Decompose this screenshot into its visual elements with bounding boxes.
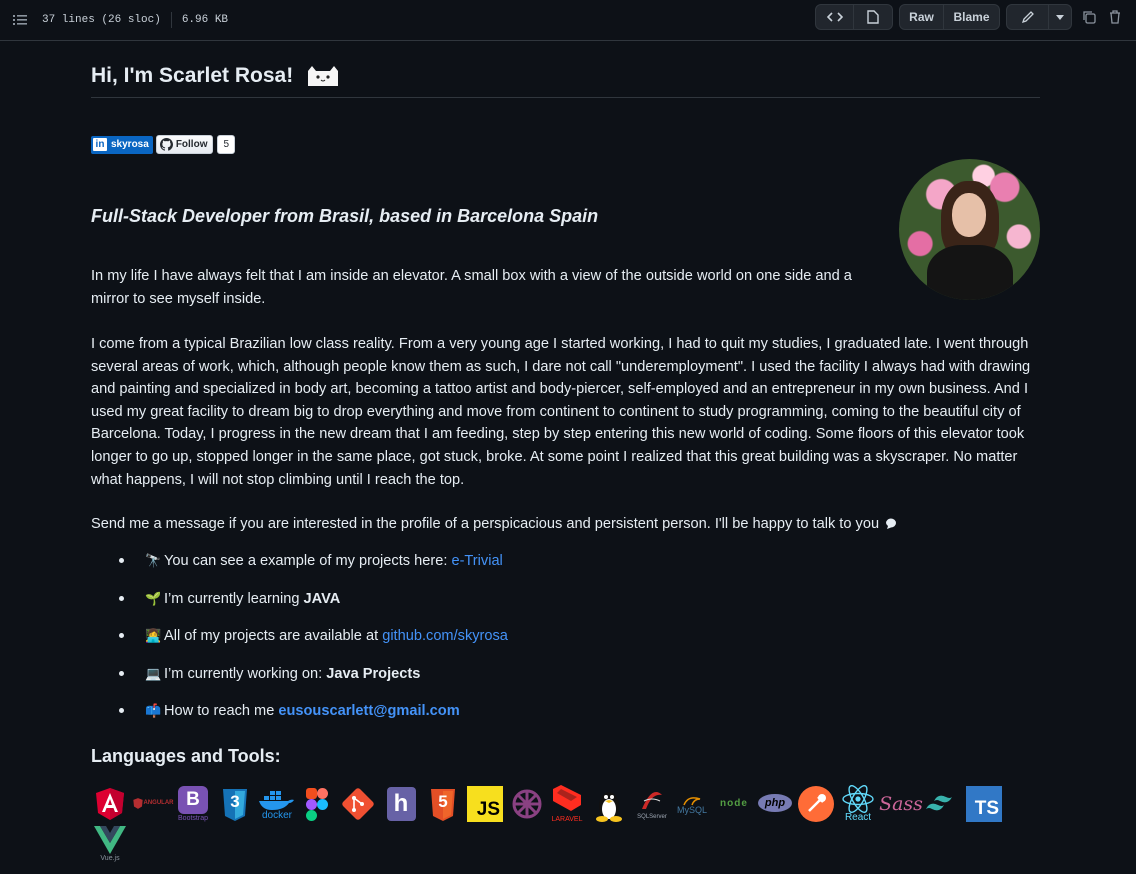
technologist-icon: 👩‍💻 [145, 628, 162, 643]
linkedin-badge[interactable]: in skyrosa [91, 135, 153, 154]
contact-paragraph: Send me a message if you are interested … [91, 513, 1040, 536]
readme-content: Hi, I'm Scarlet Rosa! in skyrosa Follow … [91, 41, 1040, 862]
sass-icon[interactable]: Sass [879, 790, 923, 818]
title-text: Hi, I'm Scarlet Rosa! [91, 64, 294, 87]
typescript-icon[interactable]: TS [965, 786, 1003, 822]
e-trivial-link[interactable]: e-Trivial [451, 553, 502, 569]
list-item-text: You can see a example of my projects her… [164, 553, 452, 569]
vuejs-icon[interactable]: Vue.js [93, 824, 127, 864]
subtitle: Full-Stack Developer from Brasil, based … [91, 206, 599, 226]
angularjs-icon[interactable]: ANGULAR [131, 794, 175, 812]
info-list: 🔭 You can see a example of my projects he… [91, 552, 508, 740]
react-icon[interactable]: React [839, 784, 877, 824]
linux-icon[interactable] [592, 786, 626, 824]
intro-paragraph: In my life I have always felt that I am … [91, 268, 852, 307]
list-item: 💻 I’m currently working on: Java Projects [91, 665, 508, 703]
caret-down-icon [1056, 14, 1064, 20]
lines-info: 37 lines (26 sloc) [42, 14, 161, 26]
email-link[interactable]: eusouscarlett@gmail.com [278, 703, 459, 719]
outline-icon[interactable] [12, 12, 28, 28]
jasmine-icon[interactable] [508, 786, 546, 822]
git-icon[interactable] [340, 786, 376, 822]
copy-icon [1083, 11, 1096, 24]
bootstrap-icon[interactable]: B Bootstrap [176, 784, 210, 824]
list-item-text: I’m currently working on: [164, 665, 327, 682]
file-toolbar: 37 lines (26 sloc) 6.96 KB Raw Blame [0, 0, 1136, 41]
list-item-bold: Java Projects [326, 665, 421, 682]
follow-label: Follow [175, 139, 208, 150]
postman-icon[interactable] [797, 785, 835, 823]
github-icon [159, 138, 173, 151]
mailbox-icon: 📫 [145, 703, 162, 718]
list-item-text: All of my projects are available at [164, 628, 383, 644]
docker-icon[interactable]: docker [257, 787, 297, 823]
cat-icon [308, 66, 339, 86]
list-item-text: How to reach me [164, 703, 279, 719]
tailwind-icon[interactable] [923, 792, 963, 816]
seedling-icon: 🌱 [145, 590, 162, 606]
contact-text: Send me a message if you are interested … [91, 516, 880, 532]
avatar-face [952, 193, 986, 237]
page-title: Hi, I'm Scarlet Rosa! [91, 41, 1040, 98]
html5-icon[interactable]: 5 [427, 787, 459, 823]
follower-count: 5 [217, 135, 236, 154]
edit-button[interactable] [1006, 4, 1049, 30]
list-item: 🔭 You can see a example of my projects he… [91, 552, 508, 590]
mysql-icon[interactable]: MySQL [673, 790, 711, 820]
angular-icon[interactable] [94, 786, 126, 822]
badge-row: in skyrosa Follow 5 [91, 135, 1040, 154]
blame-button[interactable]: Blame [944, 4, 1000, 30]
list-item: 👩‍💻 All of my projects are available at g… [91, 627, 508, 665]
list-item-text: I’m currently learning [164, 590, 304, 607]
nodejs-icon[interactable]: node [715, 792, 753, 814]
raw-blame-group: Raw Blame [899, 4, 1000, 30]
mssql-icon[interactable]: SQLServer [631, 786, 673, 822]
trash-icon [1110, 10, 1120, 24]
story-paragraph: I come from a typical Brazilian low clas… [91, 336, 1031, 488]
list-item: 🌱 I’m currently learning JAVA [91, 590, 508, 628]
code-icon [826, 12, 843, 22]
github-follow-badge[interactable]: Follow 5 [155, 135, 236, 154]
github-profile-link[interactable]: github.com/skyrosa [382, 628, 508, 644]
edit-dropdown-button[interactable] [1049, 4, 1072, 30]
copy-button[interactable] [1076, 4, 1102, 30]
javascript-icon[interactable]: JS [466, 786, 504, 822]
follow-button[interactable]: Follow [155, 135, 214, 154]
css3-icon[interactable]: 3 [219, 787, 251, 823]
avatar-body [927, 245, 1013, 300]
php-icon[interactable]: php [757, 790, 793, 816]
raw-button[interactable]: Raw [899, 4, 944, 30]
profile-photo [899, 159, 1040, 300]
toolbar-divider [170, 12, 172, 28]
list-item-bold: JAVA [303, 590, 341, 607]
telescope-icon: 🔭 [145, 553, 162, 568]
speech-bubble-icon [886, 518, 897, 529]
file-icon [867, 10, 879, 24]
tools-heading: Languages and Tools: [91, 746, 281, 766]
laptop-icon: 💻 [145, 665, 162, 681]
linkedin-icon: in [93, 138, 107, 151]
tools-icons: ANGULAR B Bootstrap 3 docker h 5 JS LARA… [91, 784, 1040, 874]
list-item: 📫 How to reach me eusouscarlett@gmail.com [91, 702, 508, 740]
heroku-icon[interactable]: h [385, 786, 417, 822]
view-toggle [815, 4, 893, 30]
edit-group [1006, 4, 1072, 30]
code-view-button[interactable] [815, 4, 854, 30]
delete-button[interactable] [1102, 4, 1128, 30]
preview-button[interactable] [854, 4, 893, 30]
linkedin-username: skyrosa [111, 139, 149, 150]
pencil-icon [1021, 11, 1034, 24]
figma-icon[interactable] [303, 786, 331, 824]
laravel-icon[interactable]: LARAVEL [549, 784, 585, 824]
file-size: 6.96 KB [181, 14, 229, 26]
